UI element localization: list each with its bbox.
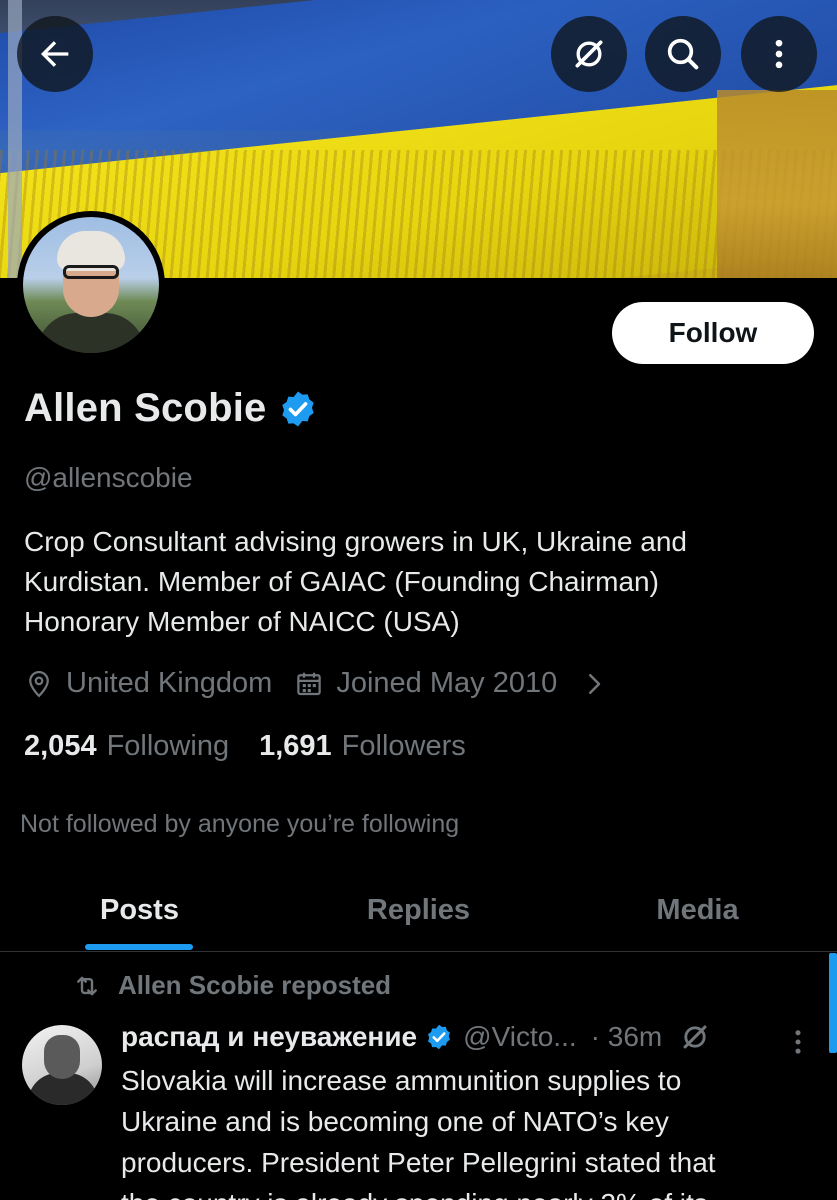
profile-avatar[interactable]: [17, 211, 165, 359]
avatar-image: [23, 217, 159, 353]
followers-count: 1,691: [259, 730, 332, 762]
followers-link[interactable]: 1,691 Followers: [259, 730, 466, 763]
bio-line: Crop Consultant advising growers in UK, …: [24, 526, 687, 557]
follow-button[interactable]: Follow: [612, 302, 814, 364]
profile-handle: @allenscobie: [24, 462, 193, 493]
more-button[interactable]: [741, 16, 817, 92]
bio-line: Kurdistan. Member of GAIAC (Founding Cha…: [24, 566, 659, 597]
banner-field-right: [717, 90, 837, 278]
more-vertical-icon[interactable]: [786, 1025, 810, 1059]
post-author-name[interactable]: распад и неуважение: [121, 1021, 417, 1053]
repost-label: Allen Scobie reposted: [118, 970, 392, 1000]
calendar-icon: [297, 672, 322, 695]
active-tab-indicator: [85, 944, 193, 950]
grok-icon: [575, 40, 603, 68]
post-timestamp[interactable]: · 36m: [591, 1021, 663, 1053]
search-icon: [667, 38, 699, 70]
followers-label: Followers: [341, 730, 466, 762]
grok-button[interactable]: [551, 16, 627, 92]
following-label: Following: [106, 730, 230, 762]
post-text-line: Slovakia will increase ammunition suppli…: [121, 1065, 682, 1096]
verified-badge-icon[interactable]: [278, 389, 318, 429]
tab-replies[interactable]: Replies: [279, 868, 558, 952]
chevron-right-icon[interactable]: [579, 669, 609, 699]
post-text-line: Ukraine and is becoming one of NATO’s ke…: [121, 1106, 669, 1137]
profile-tabs: Posts Replies Media: [0, 868, 837, 952]
arrow-left-icon: [41, 41, 69, 67]
post-text-line: producers. President Peter Pellegrini st…: [121, 1147, 716, 1178]
back-button[interactable]: [17, 16, 93, 92]
bio-line: Honorary Member of NAICC (USA): [24, 606, 460, 637]
post-text-line: the country is already spending nearly 2…: [121, 1183, 811, 1200]
tab-media[interactable]: Media: [558, 868, 837, 952]
more-vertical-icon: [775, 39, 783, 69]
post-author-handle[interactable]: @Victo...: [463, 1021, 577, 1053]
post-text[interactable]: Slovakia will increase ammunition suppli…: [121, 1060, 811, 1200]
profile-bio: Crop Consultant advising growers in UK, …: [24, 522, 814, 642]
following-count: 2,054: [24, 730, 97, 762]
display-name: Allen Scobie: [24, 386, 267, 430]
name-row: Allen Scobie: [24, 386, 318, 431]
tab-posts[interactable]: Posts: [0, 868, 279, 952]
verified-badge-icon[interactable]: [425, 1023, 453, 1051]
following-link[interactable]: 2,054 Following: [24, 730, 229, 763]
location-text: United Kingdom: [66, 667, 273, 699]
joined-date: Joined May 2010: [336, 667, 558, 699]
repost-context[interactable]: Allen Scobie reposted: [72, 970, 391, 1001]
not-followed-text: Not followed by anyone you’re following: [20, 810, 460, 838]
post-author-avatar[interactable]: [22, 1025, 102, 1105]
post-header: распад и неуважение @Victo... · 36m: [121, 1020, 712, 1054]
scrollbar[interactable]: [829, 953, 837, 1053]
repost-icon: [77, 976, 97, 995]
grok-icon[interactable]: [678, 1020, 712, 1054]
follow-stats: 2,054 Following 1,691 Followers: [24, 730, 466, 763]
profile-meta: United Kingdom Joined May 2010: [24, 667, 609, 700]
search-button[interactable]: [645, 16, 721, 92]
location-pin-icon: [29, 670, 49, 697]
